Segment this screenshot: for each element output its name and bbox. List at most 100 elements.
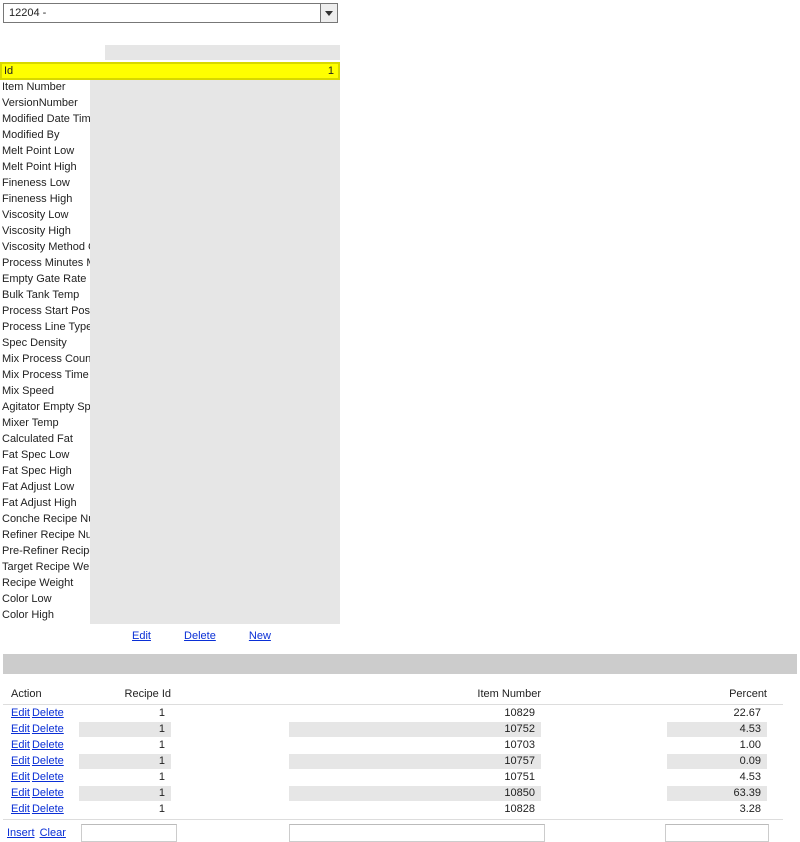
detail-label: Pre-Refiner Recipe Number: [0, 544, 90, 560]
detail-value: [90, 192, 340, 208]
detail-value: [90, 448, 340, 464]
cell-percent: 22.67: [667, 706, 767, 721]
detail-row: Pre-Refiner Recipe Number: [0, 544, 340, 560]
item-dropdown[interactable]: 12204 -: [3, 3, 338, 23]
detail-row: Melt Point Low: [0, 144, 340, 160]
detail-row: Process Start Position: [0, 304, 340, 320]
col-percent-header: Percent: [667, 688, 775, 700]
detail-label: Id: [2, 64, 90, 78]
footer-percent-input[interactable]: [665, 824, 769, 842]
row-delete-link[interactable]: Delete: [32, 707, 64, 719]
detail-value: [90, 592, 340, 608]
detail-label: Process Minutes Max Legacy: [0, 256, 90, 272]
detail-row: Modified By: [0, 128, 340, 144]
new-link[interactable]: New: [249, 630, 271, 642]
chevron-down-icon[interactable]: [320, 4, 337, 22]
cell-recipe-id: 1: [79, 786, 171, 801]
detail-value: [90, 160, 340, 176]
detail-value: [90, 288, 340, 304]
detail-value: [90, 144, 340, 160]
detail-label: Refiner Recipe Number: [0, 528, 90, 544]
detail-label: Color Low: [0, 592, 90, 608]
detail-label: Bulk Tank Temp: [0, 288, 90, 304]
delete-link[interactable]: Delete: [184, 630, 216, 642]
detail-row: Refiner Recipe Number: [0, 528, 340, 544]
detail-label: Viscosity Low: [0, 208, 90, 224]
cell-item-number: 10829: [289, 706, 541, 721]
detail-label: Target Recipe Weight: [0, 560, 90, 576]
row-delete-link[interactable]: Delete: [32, 723, 64, 735]
detail-label: Empty Gate Rate: [0, 272, 90, 288]
col-item-header: Item Number: [289, 688, 549, 700]
row-edit-link[interactable]: Edit: [11, 771, 30, 783]
detail-value: [90, 176, 340, 192]
footer-item-input[interactable]: [289, 824, 545, 842]
col-recipe-header: Recipe Id: [79, 688, 179, 700]
detail-row: Recipe Weight: [0, 576, 340, 592]
row-delete-link[interactable]: Delete: [32, 739, 64, 751]
row-delete-link[interactable]: Delete: [32, 771, 64, 783]
detail-label: Fat Adjust High: [0, 496, 90, 512]
col-action-header: Action: [3, 688, 79, 700]
detail-value: [90, 336, 340, 352]
detail-row: Viscosity High: [0, 224, 340, 240]
detail-value: [90, 576, 340, 592]
row-delete-link[interactable]: Delete: [32, 803, 64, 815]
detail-value: [90, 480, 340, 496]
detail-row: Melt Point High: [0, 160, 340, 176]
row-edit-link[interactable]: Edit: [11, 739, 30, 751]
detail-value: [90, 272, 340, 288]
detail-row: Agitator Empty Speed: [0, 400, 340, 416]
row-edit-link[interactable]: Edit: [11, 787, 30, 799]
detail-value: [90, 304, 340, 320]
row-edit-link[interactable]: Edit: [11, 755, 30, 767]
detail-row: Viscosity Method Code: [0, 240, 340, 256]
detail-label: Fineness High: [0, 192, 90, 208]
cell-item-number: 10850: [289, 786, 541, 801]
row-edit-link[interactable]: Edit: [11, 723, 30, 735]
detail-row: Fineness Low: [0, 176, 340, 192]
detail-value: [90, 320, 340, 336]
detail-row: Mix Process Count: [0, 352, 340, 368]
detail-row: Mix Process Time: [0, 368, 340, 384]
edit-link[interactable]: Edit: [132, 630, 151, 642]
cell-item-number: 10757: [289, 754, 541, 769]
detail-value: [90, 240, 340, 256]
cell-percent: 4.53: [667, 770, 767, 785]
row-delete-link[interactable]: Delete: [32, 755, 64, 767]
table-row: EditDelete1107524.53: [3, 721, 783, 737]
detail-row: Viscosity Low: [0, 208, 340, 224]
detail-label: Mix Speed: [0, 384, 90, 400]
cell-percent: 63.39: [667, 786, 767, 801]
detail-row: Bulk Tank Temp: [0, 288, 340, 304]
detail-label: Agitator Empty Speed: [0, 400, 90, 416]
detail-row: Process Minutes Max Legacy: [0, 256, 340, 272]
detail-label: Melt Point Low: [0, 144, 90, 160]
detail-value: [90, 128, 340, 144]
detail-value: [90, 368, 340, 384]
cell-item-number: 10751: [289, 770, 541, 785]
detail-label: Calculated Fat: [0, 432, 90, 448]
row-edit-link[interactable]: Edit: [11, 803, 30, 815]
detail-row: Target Recipe Weight: [0, 560, 340, 576]
detail-value: [90, 352, 340, 368]
row-edit-link[interactable]: Edit: [11, 707, 30, 719]
detail-row: Fat Spec High: [0, 464, 340, 480]
detail-label: VersionNumber: [0, 96, 90, 112]
insert-link[interactable]: Insert: [7, 827, 35, 839]
table-row: EditDelete1107514.53: [3, 769, 783, 785]
detail-label: Fineness Low: [0, 176, 90, 192]
item-dropdown-value: 12204 -: [4, 7, 320, 19]
detail-label: Color High: [0, 608, 90, 624]
cell-recipe-id: 1: [79, 754, 171, 769]
detail-label: Conche Recipe Number: [0, 512, 90, 528]
detail-value: [90, 512, 340, 528]
row-delete-link[interactable]: Delete: [32, 787, 64, 799]
footer-recipe-input[interactable]: [81, 824, 177, 842]
detail-row: Id1: [0, 62, 340, 80]
clear-link[interactable]: Clear: [40, 827, 66, 839]
detail-value: [90, 208, 340, 224]
detail-label: Recipe Weight: [0, 576, 90, 592]
detail-row: Color High: [0, 608, 340, 624]
detail-row: Fat Spec Low: [0, 448, 340, 464]
